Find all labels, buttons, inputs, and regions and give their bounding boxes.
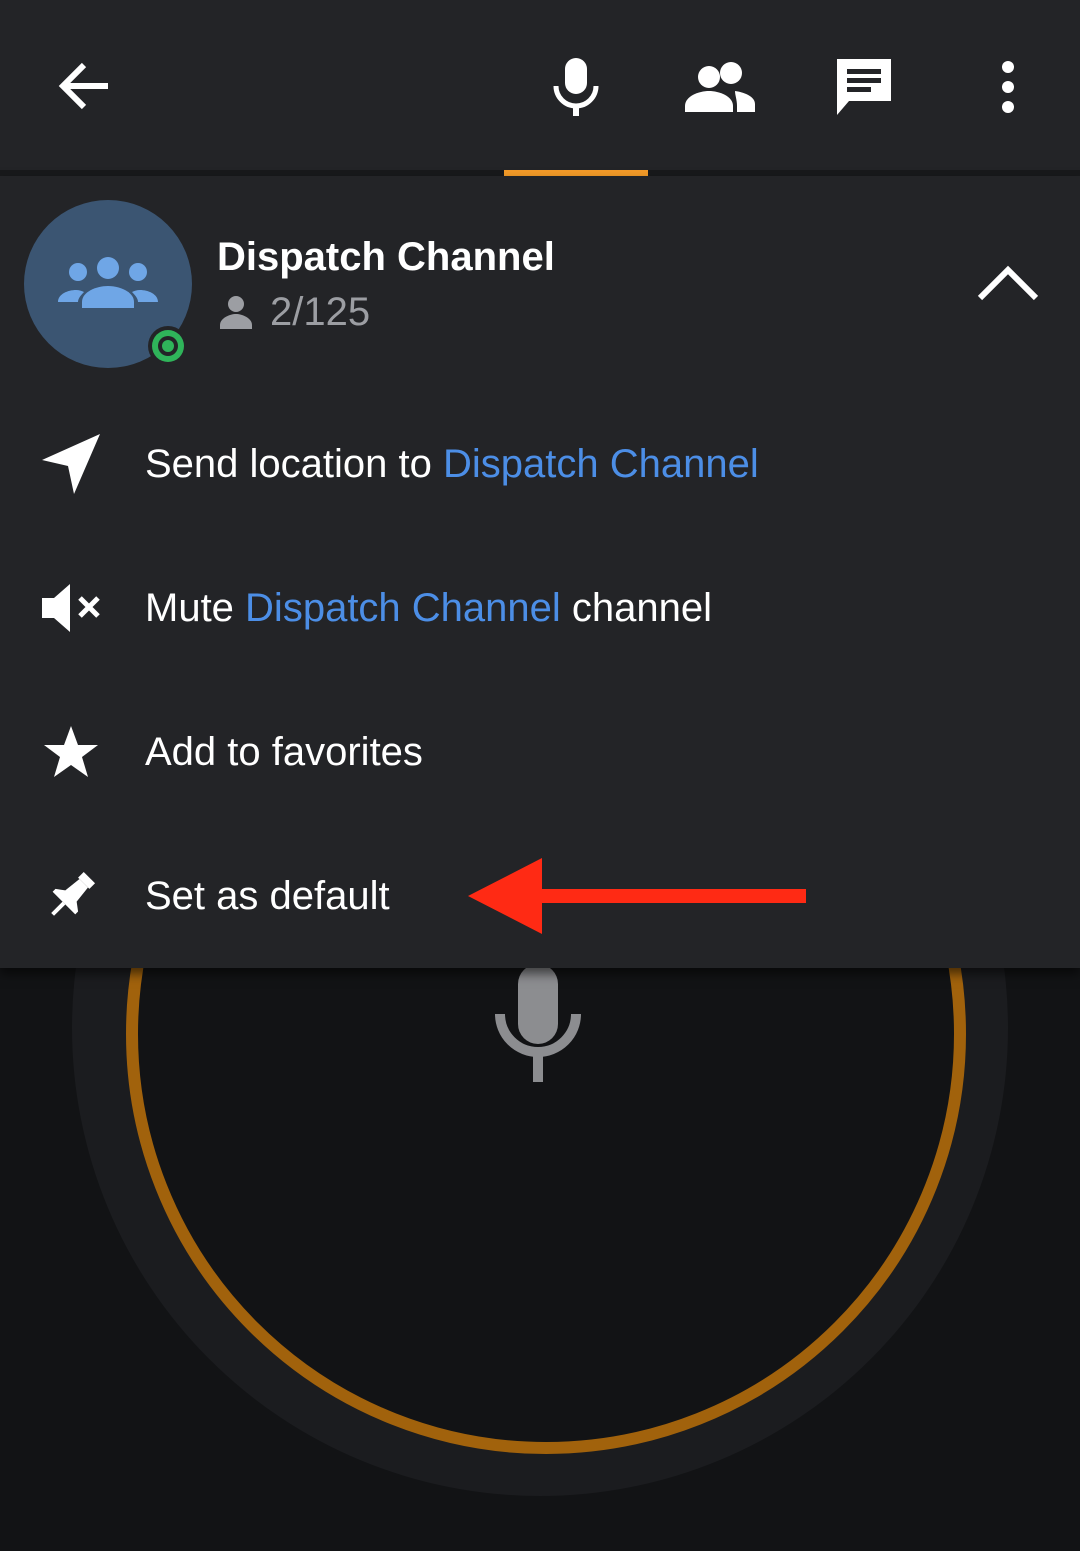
set-default-label: Set as default — [145, 874, 390, 918]
pin-icon — [36, 866, 106, 926]
microphone-icon — [553, 58, 599, 116]
tab-microphone[interactable] — [540, 52, 612, 122]
menu-add-favorites[interactable]: Add to favorites — [0, 680, 1080, 824]
channel-name-link: Dispatch Channel — [245, 586, 561, 630]
person-icon — [220, 296, 252, 329]
app-toolbar — [0, 0, 1080, 176]
chat-icon — [837, 59, 891, 115]
red-arrow-annotation-icon — [466, 856, 810, 941]
tab-chat[interactable] — [828, 54, 900, 118]
mute-label: Mute Dispatch Channel channel — [145, 586, 713, 630]
channel-name-link: Dispatch Channel — [443, 442, 759, 486]
collapse-chevron-up-icon[interactable] — [968, 256, 1048, 306]
people-icon — [685, 62, 755, 112]
star-icon — [36, 722, 106, 782]
member-count: 2/125 — [218, 288, 370, 336]
online-status-icon — [148, 326, 188, 366]
channel-options-panel: Dispatch Channel 2/125 Send location to … — [0, 176, 1080, 968]
favorites-label: Add to favorites — [145, 730, 423, 774]
arrow-back-icon[interactable] — [50, 52, 118, 120]
channel-title: Dispatch Channel — [217, 235, 555, 279]
navigation-arrow-icon — [36, 434, 106, 494]
menu-mute-channel[interactable]: Mute Dispatch Channel channel — [0, 536, 1080, 680]
group-icon — [58, 257, 158, 308]
volume-off-icon — [36, 578, 106, 638]
member-count-text: 2/125 — [270, 289, 371, 334]
menu-send-location[interactable]: Send location to Dispatch Channel — [0, 392, 1080, 536]
send-location-label: Send location to Dispatch Channel — [145, 442, 759, 486]
tab-people[interactable] — [684, 56, 756, 116]
more-vertical-icon[interactable] — [988, 56, 1028, 118]
